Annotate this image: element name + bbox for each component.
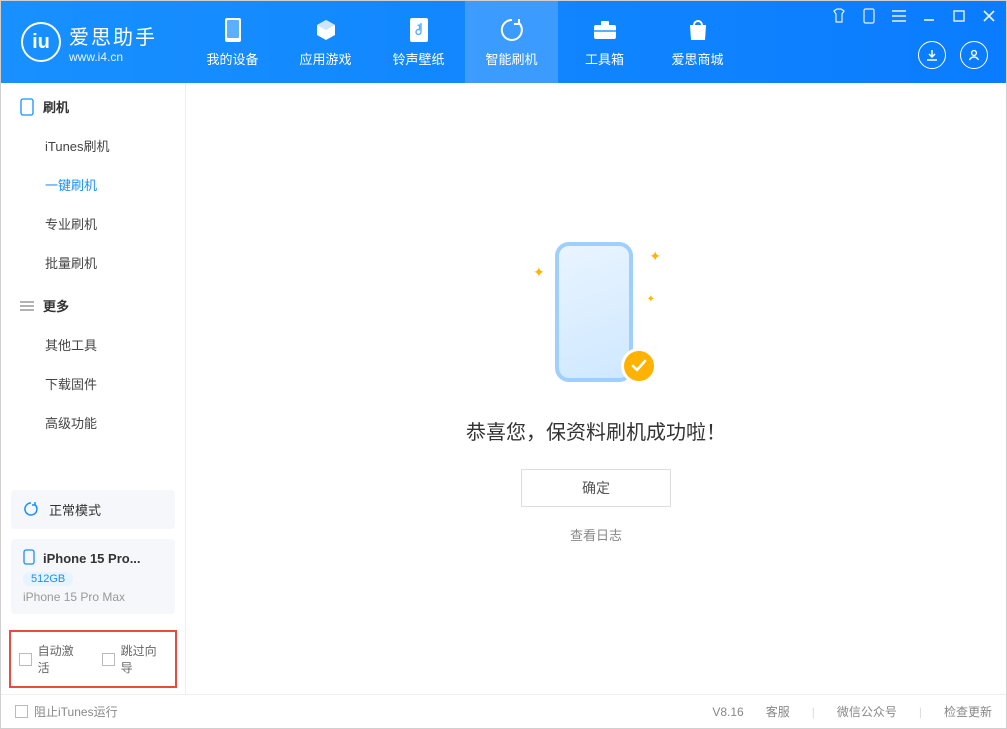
refresh-icon — [499, 17, 525, 43]
checkbox-icon — [15, 705, 28, 718]
version-label: V8.16 — [712, 705, 743, 719]
success-check-icon — [621, 348, 657, 384]
sidebar-item-onekey-flash[interactable]: 一键刷机 — [1, 165, 185, 204]
checkbox-label: 自动激活 — [38, 642, 84, 676]
view-log-link[interactable]: 查看日志 — [570, 525, 622, 544]
device-full-name: iPhone 15 Pro Max — [23, 590, 163, 604]
device-box[interactable]: iPhone 15 Pro... 512GB iPhone 15 Pro Max — [11, 539, 175, 614]
skip-wizard-checkbox[interactable]: 跳过向导 — [102, 642, 167, 676]
device-icon — [220, 17, 246, 43]
cube-icon — [313, 17, 339, 43]
storage-badge: 512GB — [23, 572, 73, 586]
minimize-icon[interactable] — [920, 7, 938, 25]
group-more: 更多 — [1, 282, 185, 325]
block-itunes-checkbox[interactable]: 阻止iTunes运行 — [15, 703, 118, 720]
ok-button[interactable]: 确定 — [521, 469, 671, 507]
sidebar-item-batch-flash[interactable]: 批量刷机 — [1, 243, 185, 282]
bag-icon — [685, 17, 711, 43]
nav-label: 爱思商城 — [671, 49, 723, 68]
app-title: 爱思助手 — [69, 21, 157, 50]
sparkle-icon: ✦ — [647, 294, 655, 305]
checkbox-icon — [102, 653, 115, 666]
success-message: 恭喜您，保资料刷机成功啦！ — [466, 416, 726, 445]
nav-label: 应用游戏 — [299, 49, 351, 68]
auto-activate-checkbox[interactable]: 自动激活 — [19, 642, 84, 676]
nav-ringtones[interactable]: 铃声壁纸 — [372, 1, 465, 83]
nav-label: 我的设备 — [206, 49, 258, 68]
sidebar: 刷机 iTunes刷机 一键刷机 专业刷机 批量刷机 更多 其他工具 下载固件 … — [1, 83, 186, 694]
more-group-icon — [19, 298, 35, 314]
sidebar-item-pro-flash[interactable]: 专业刷机 — [1, 204, 185, 243]
sparkle-icon: ✦ — [533, 264, 545, 281]
logo-text: 爱思助手 www.i4.cn — [69, 21, 157, 64]
footer: 阻止iTunes运行 V8.16 客服 | 微信公众号 | 检查更新 — [1, 694, 1006, 728]
sparkle-icon: ✦ — [649, 248, 661, 265]
maximize-icon[interactable] — [950, 7, 968, 25]
wechat-link[interactable]: 微信公众号 — [837, 703, 897, 720]
nav-label: 工具箱 — [585, 49, 624, 68]
checkbox-label: 阻止iTunes运行 — [34, 703, 118, 720]
main-panel: ✦ ✦ ✦ 恭喜您，保资料刷机成功啦！ 确定 查看日志 — [186, 83, 1006, 694]
nav-smart-flash[interactable]: 智能刷机 — [465, 1, 558, 83]
toolbox-icon — [592, 17, 618, 43]
highlighted-options: 自动激活 跳过向导 — [9, 630, 177, 688]
skin-icon[interactable] — [830, 7, 848, 25]
download-button[interactable] — [918, 41, 946, 69]
close-icon[interactable] — [980, 7, 998, 25]
app-subtitle: www.i4.cn — [69, 50, 157, 64]
sidebar-item-advanced[interactable]: 高级功能 — [1, 403, 185, 442]
nav-my-device[interactable]: 我的设备 — [186, 1, 279, 83]
mode-box[interactable]: 正常模式 — [11, 490, 175, 529]
body: 刷机 iTunes刷机 一键刷机 专业刷机 批量刷机 更多 其他工具 下载固件 … — [1, 83, 1006, 694]
window-controls — [830, 7, 998, 25]
sidebar-item-itunes-flash[interactable]: iTunes刷机 — [1, 126, 185, 165]
nav-label: 铃声壁纸 — [392, 49, 444, 68]
success-illustration: ✦ ✦ ✦ — [531, 234, 661, 394]
app-window: iu 爱思助手 www.i4.cn 我的设备 应用游戏 铃声壁纸 智能刷机 — [0, 0, 1007, 729]
sidebar-scroll: 刷机 iTunes刷机 一键刷机 专业刷机 批量刷机 更多 其他工具 下载固件 … — [1, 83, 185, 486]
checkbox-label: 跳过向导 — [121, 642, 167, 676]
logo-icon: iu — [21, 22, 61, 62]
support-link[interactable]: 客服 — [766, 703, 790, 720]
group-title: 更多 — [43, 296, 69, 315]
header: iu 爱思助手 www.i4.cn 我的设备 应用游戏 铃声壁纸 智能刷机 — [1, 1, 1006, 83]
checkbox-icon — [19, 653, 32, 666]
nav-toolbox[interactable]: 工具箱 — [558, 1, 651, 83]
sidebar-item-other-tools[interactable]: 其他工具 — [1, 325, 185, 364]
account-button[interactable] — [960, 41, 988, 69]
device-head: iPhone 15 Pro... — [23, 549, 163, 568]
phone-tiny-icon — [23, 549, 35, 568]
header-actions — [918, 41, 988, 69]
nav-store[interactable]: 爱思商城 — [651, 1, 744, 83]
mode-label: 正常模式 — [49, 500, 101, 519]
music-icon — [406, 17, 432, 43]
check-update-link[interactable]: 检查更新 — [944, 703, 992, 720]
group-title: 刷机 — [43, 97, 69, 116]
device-name: iPhone 15 Pro... — [43, 551, 141, 566]
nav-apps[interactable]: 应用游戏 — [279, 1, 372, 83]
flash-group-icon — [19, 99, 35, 115]
nav-label: 智能刷机 — [485, 49, 537, 68]
logo-area: iu 爱思助手 www.i4.cn — [1, 21, 186, 64]
group-flash: 刷机 — [1, 83, 185, 126]
sidebar-item-download-firmware[interactable]: 下载固件 — [1, 364, 185, 403]
refresh-small-icon — [23, 501, 41, 519]
top-nav: 我的设备 应用游戏 铃声壁纸 智能刷机 工具箱 爱思商城 — [186, 1, 744, 83]
menu-icon[interactable] — [890, 7, 908, 25]
phone-small-icon[interactable] — [860, 7, 878, 25]
